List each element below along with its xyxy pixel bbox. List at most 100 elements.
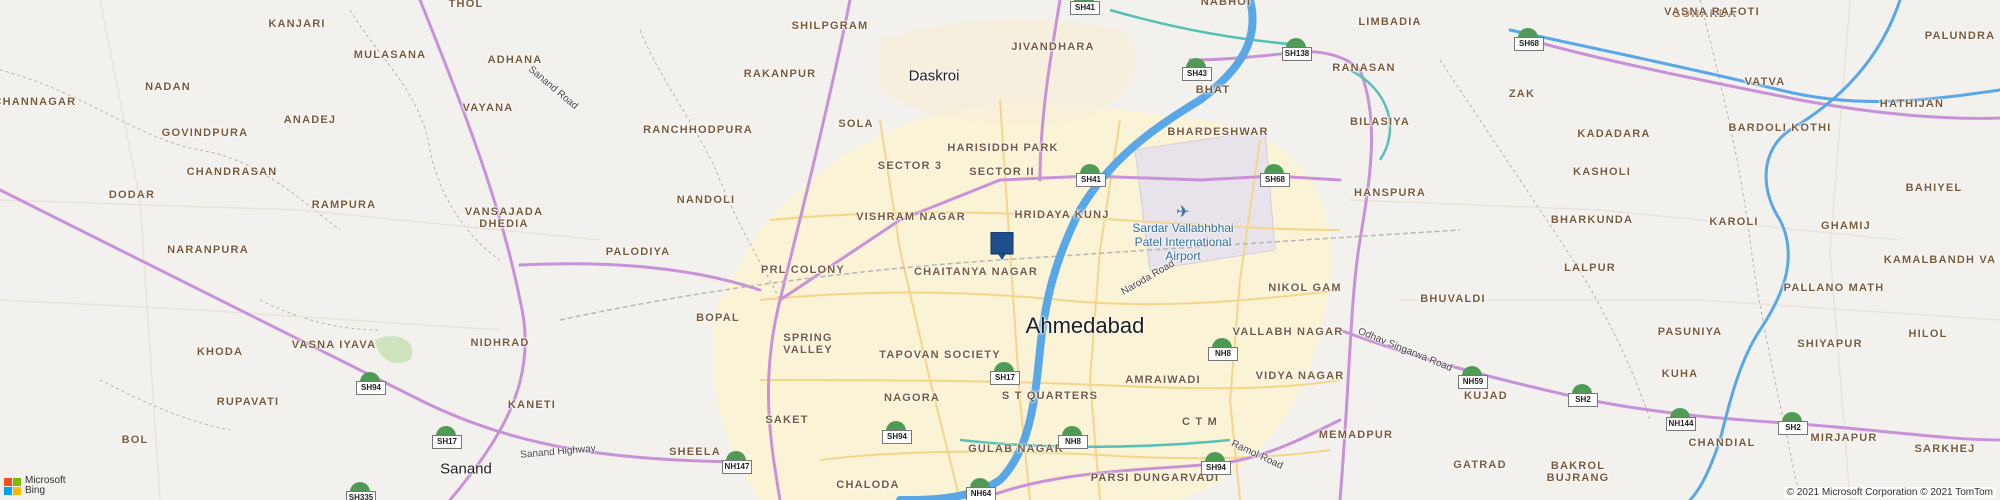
- place-label-paladiya: PALODIYA: [605, 246, 671, 258]
- airport-poi[interactable]: ✈ Sardar Vallabhbhai Patel International…: [1132, 205, 1234, 264]
- place-label-chandrasan: CHANDRASAN: [186, 166, 278, 178]
- place-label-limbadia: LIMBADIA: [1358, 16, 1422, 28]
- route-number: SH94: [356, 381, 386, 395]
- route-number: SH68: [1260, 173, 1290, 187]
- city-label-ahmedabad: Ahmedabad: [1025, 313, 1145, 338]
- route-number: SH335: [346, 491, 376, 500]
- place-label-kuha: KUHA: [1661, 368, 1699, 380]
- place-label-vidya: VIDYA NAGAR: [1255, 370, 1345, 382]
- place-label-rakanpur: RAKANPUR: [743, 68, 817, 80]
- place-label-nandoli: NANDOLI: [676, 194, 736, 206]
- place-label-parsi: PARSI DUNGARVADI: [1090, 472, 1220, 484]
- place-label-rampura: RAMPURA: [311, 199, 377, 211]
- route-shield-sh2-r: SH2: [1778, 412, 1808, 436]
- place-label-hilol: HILOL: [1908, 328, 1948, 340]
- place-label-bharkunda: BHARKUNDA: [1550, 214, 1634, 226]
- place-label-kasholi: KASHOLI: [1573, 166, 1631, 178]
- place-label-bol: BOL: [121, 434, 149, 446]
- place-label-pallano: PALLANO MATH: [1783, 282, 1885, 294]
- place-label-nadan: NADAN: [145, 81, 191, 93]
- place-label-kaneti: KANETI: [507, 399, 557, 411]
- place-label-vayana: VAYANA: [462, 102, 514, 114]
- place-label-vatva: VATVA: [1744, 76, 1786, 88]
- place-label-dodar: DODAR: [108, 189, 156, 201]
- place-label-govindpura: GOVINDPURA: [161, 127, 249, 139]
- place-label-hanspura: HANSPURA: [1354, 187, 1426, 199]
- place-label-bardoli: BARDOLI KOTHI: [1728, 122, 1832, 134]
- place-label-chandial: CHANDIAL: [1688, 437, 1756, 449]
- route-number: SH94: [882, 430, 912, 444]
- route-shield-sh68: SH68: [1260, 164, 1290, 188]
- place-label-nabhoi: NABHOI: [1200, 0, 1252, 8]
- airport-label: Sardar Vallabhbhai Patel International A…: [1132, 221, 1234, 263]
- place-label-gulabnagar: GULAB NAGAR: [968, 443, 1064, 455]
- place-label-bakrol: BAKROL BUJRANG: [1546, 460, 1610, 484]
- place-label-bahiyel: BAHIYEL: [1905, 182, 1963, 194]
- location-pin-icon[interactable]: [990, 231, 1014, 260]
- route-shield-sh138: SH138: [1282, 38, 1312, 62]
- route-number: SH17: [432, 435, 462, 449]
- place-label-bhuvaldi: BHUVALDI: [1420, 293, 1486, 305]
- place-label-stquarters: S T QUARTERS: [1001, 390, 1099, 402]
- route-number: SH2: [1778, 421, 1808, 435]
- route-number: SH41: [1076, 173, 1106, 187]
- place-label-harisiddh: HARISIDDH PARK: [947, 142, 1059, 154]
- route-shield-sh17-city: SH17: [990, 362, 1020, 386]
- route-shield-sh43: SH43: [1182, 58, 1212, 82]
- route-number: NH8: [1058, 435, 1088, 449]
- place-label-mirjapur: MIRJAPUR: [1810, 432, 1878, 444]
- place-label-kujad: KUJAD: [1464, 390, 1508, 402]
- route-shield-nh64: NH64: [966, 478, 996, 500]
- place-label-bhat: BHAT: [1195, 84, 1231, 96]
- microsoft-logo-icon: [4, 477, 21, 495]
- place-label-vansajada: VANSAJADA DHEDIA: [464, 206, 544, 230]
- place-label-shiyapur: SHIYAPUR: [1797, 338, 1863, 350]
- place-label-sarkhej: SARKHEJ: [1914, 443, 1976, 455]
- route-number: NH64: [966, 487, 996, 500]
- place-label-sola: SOLA: [838, 118, 874, 130]
- place-label-nikolgam: NIKOL GAM: [1268, 282, 1342, 294]
- city-label-sanand: Sanand: [440, 460, 492, 478]
- place-label-nidhrad: NIDHRAD: [470, 337, 530, 349]
- map-copyright: © 2021 Microsoft Corporation © 2021 TomT…: [1783, 487, 1996, 498]
- route-number: SH138: [1282, 47, 1312, 61]
- place-label-kanjari: KANJARI: [268, 18, 326, 30]
- place-label-kadadara: KADADARA: [1577, 128, 1651, 140]
- route-number: NH59: [1458, 375, 1488, 389]
- place-label-vasna_rafoti_lbl: VASNA RAFOTI: [1664, 6, 1760, 18]
- route-shield-sh94-low: SH94: [1201, 452, 1231, 476]
- map-canvas[interactable]: THOLKANJARIADHANAMULASANANADANOCHANNAGAR…: [0, 0, 2000, 500]
- route-shield-nh147: NH147: [722, 451, 752, 475]
- place-label-bopal: BOPAL: [696, 312, 740, 324]
- bing-logo[interactable]: Microsoft Bing: [4, 476, 66, 496]
- place-label-anadej: ANADEJ: [283, 114, 337, 126]
- place-label-hathijan: HATHIJAN: [1879, 98, 1945, 110]
- route-number: NH8: [1208, 347, 1238, 361]
- place-label-pasuniya: PASUNIYA: [1657, 326, 1723, 338]
- place-label-nagora: NAGORA: [883, 392, 941, 404]
- place-label-sector2: SECTOR II: [969, 166, 1035, 178]
- park-area: [375, 336, 413, 364]
- route-number: NH144: [1666, 417, 1696, 431]
- place-label-lalpur: LALPUR: [1564, 262, 1616, 274]
- logo-text: Microsoft Bing: [25, 475, 66, 496]
- place-label-palundra: PALUNDRA: [1924, 30, 1996, 42]
- route-number: SH43: [1182, 67, 1212, 81]
- place-label-sector3: SECTOR 3: [877, 160, 943, 172]
- route-shield-nh144: NH144: [1666, 408, 1696, 432]
- route-number: SH41: [1070, 1, 1100, 15]
- place-label-karoli: KAROLI: [1709, 216, 1759, 228]
- place-label-chaitanya: CHAITANYA NAGAR: [914, 266, 1038, 278]
- place-label-prlcolony: PRL COLONY: [761, 264, 845, 276]
- route-shield-sh68-top: SH68: [1514, 28, 1544, 52]
- place-label-memadpur: MEMADPUR: [1318, 429, 1394, 441]
- place-label-khoda: KHODA: [196, 346, 244, 358]
- route-number: SH2: [1568, 393, 1598, 407]
- city-label-daskroi: Daskroi: [908, 67, 960, 85]
- place-label-mulasana: MULASANA: [353, 49, 427, 61]
- place-label-springvalley: SPRING VALLEY: [783, 332, 833, 356]
- place-label-gatrad: GATRAD: [1453, 459, 1507, 471]
- route-shield-nh8: NH8: [1208, 338, 1238, 362]
- route-shield-sh2: SH2: [1568, 384, 1598, 408]
- place-label-shilpgram: SHILPGRAM: [791, 20, 869, 32]
